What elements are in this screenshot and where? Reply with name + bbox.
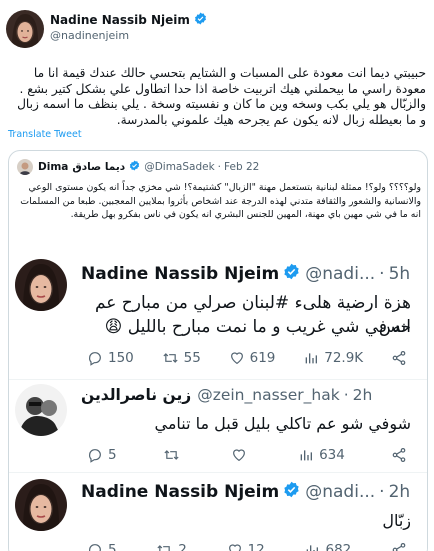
quoted-tweet-text: ولو؟؟؟؟ ولو؟! ممثلة لبنانية بتستعمل مهنة…: [20, 182, 421, 220]
avatar[interactable]: [15, 384, 67, 436]
quoted-author-avatar: [17, 159, 33, 175]
share-button[interactable]: [391, 350, 407, 366]
author-handle-row: @nadinenjeim: [50, 29, 129, 42]
author-name-row: Nadine Nassib Njeim: [50, 12, 207, 28]
separator-dot: ·: [343, 386, 349, 404]
quoted-tweet-header: Dima ديما صادق @DimaSadek · Feb 22: [17, 159, 259, 175]
views-icon: [305, 353, 318, 364]
retweet-count: 55: [183, 350, 201, 366]
views-icon: [300, 450, 313, 461]
separator-dot: ·: [379, 482, 385, 502]
avatar[interactable]: [6, 10, 44, 48]
tweet-actions: 150 55 619 72.9K: [87, 347, 407, 369]
retweet-count: 2: [178, 542, 187, 551]
embedded-author-name[interactable]: Nadine Nassib Njeim: [81, 264, 279, 284]
embedded-author-row: Nadine Nassib Njeim @nadi... · 2h: [81, 481, 410, 503]
share-icon: [392, 543, 406, 551]
reply-icon: [89, 352, 101, 366]
embedded-author-handle[interactable]: @nadi...: [305, 482, 375, 502]
tweet-actions: 5 634: [87, 444, 407, 466]
like-count: 12: [247, 542, 265, 551]
avatar[interactable]: [15, 479, 67, 531]
embedded-author-handle[interactable]: @nadi...: [305, 264, 375, 284]
embedded-tweet-time[interactable]: 5h: [389, 264, 411, 284]
share-icon: [392, 351, 406, 365]
heart-icon: [228, 544, 241, 551]
separator-dot: ·: [379, 264, 385, 284]
embedded-tweet-text-line1: زبّال: [382, 511, 411, 530]
quoted-author-name-en: Dima: [38, 161, 69, 173]
retweet-button[interactable]: 55: [162, 350, 201, 366]
embedded-author-name[interactable]: زين ناصرالدين: [81, 386, 191, 404]
views-count: 682: [325, 542, 352, 551]
embedded-author-row: Nadine Nassib Njeim @nadi... · 5h: [81, 263, 410, 285]
reply-icon: [89, 449, 101, 463]
embedded-tweet-time[interactable]: 2h: [389, 482, 411, 502]
retweet-button[interactable]: 2: [156, 542, 187, 551]
avatar[interactable]: [15, 259, 67, 311]
views-button[interactable]: 634: [298, 447, 345, 463]
verified-badge-icon: [129, 160, 140, 174]
reply-button[interactable]: 150: [87, 350, 134, 366]
reply-button[interactable]: 5: [87, 447, 117, 463]
like-button[interactable]: 12: [227, 542, 265, 551]
tweet-text: حبيبتي ديما انت معودة على المسبات و الشت…: [17, 66, 426, 127]
verified-badge-icon: [283, 263, 300, 285]
retweet-icon: [163, 353, 178, 363]
share-icon: [392, 448, 406, 462]
tweet-header: Nadine Nassib Njeim @nadinenjeim: [0, 0, 434, 62]
heart-icon: [232, 449, 245, 462]
separator-dot: ·: [217, 161, 222, 173]
embedded-tweet-text-line1: شوفي شو عم تاكلي بليل قبل ما تنامي: [154, 414, 412, 433]
like-count: 619: [249, 350, 276, 366]
reply-count: 5: [108, 447, 117, 463]
embedded-tweet[interactable]: Nadine Nassib Njeim @nadi... · 5h هزة ار…: [9, 253, 427, 379]
like-button[interactable]: [231, 447, 252, 463]
views-button[interactable]: 72.9K: [303, 350, 363, 366]
quoted-tweet-date: Feb 22: [224, 161, 260, 173]
retweet-icon: [157, 545, 171, 551]
reply-button[interactable]: 5: [87, 542, 117, 551]
share-button[interactable]: [391, 447, 407, 463]
share-button[interactable]: [391, 542, 407, 551]
views-count: 72.9K: [324, 350, 364, 366]
embedded-tweet[interactable]: Nadine Nassib Njeim @nadi... · 2h زبّال …: [9, 473, 427, 551]
quoted-tweet-card[interactable]: Dima ديما صادق @DimaSadek · Feb 22 ولو؟؟…: [8, 150, 428, 551]
author-handle[interactable]: @nadinenjeim: [50, 29, 129, 42]
embedded-tweet[interactable]: زين ناصرالدين @zein_nasser_hak · 2h شوفي…: [9, 380, 427, 472]
reply-count: 5: [108, 542, 117, 551]
views-icon: [307, 545, 319, 551]
quoted-author-handle: @DimaSadek: [144, 161, 215, 173]
embedded-author-name[interactable]: Nadine Nassib Njeim: [81, 482, 279, 502]
author-name[interactable]: Nadine Nassib Njeim: [50, 13, 190, 27]
quoted-author-name: ديما صادق: [72, 161, 126, 173]
views-button[interactable]: 682: [304, 542, 351, 551]
embedded-author-handle[interactable]: @zein_nasser_hak: [197, 386, 339, 404]
tweet-actions: 5 2 12 682: [87, 539, 407, 551]
translate-tweet-link[interactable]: Translate Tweet: [8, 129, 82, 140]
heart-icon: [230, 352, 243, 365]
embedded-author-row: زين ناصرالدين @zein_nasser_hak · 2h: [81, 386, 372, 404]
embedded-tweet-text-line2: انه في شي غريب و ما نمت مبارح بالليل 😩: [104, 317, 411, 337]
retweet-button[interactable]: [163, 447, 185, 463]
verified-badge-icon: [283, 481, 300, 503]
views-count: 634: [319, 447, 345, 463]
retweet-icon: [164, 450, 179, 460]
reply-icon: [89, 544, 101, 551]
embedded-tweet-time[interactable]: 2h: [353, 386, 373, 404]
verified-badge-icon: [194, 12, 207, 28]
reply-count: 150: [108, 350, 134, 366]
like-button[interactable]: 619: [229, 350, 276, 366]
